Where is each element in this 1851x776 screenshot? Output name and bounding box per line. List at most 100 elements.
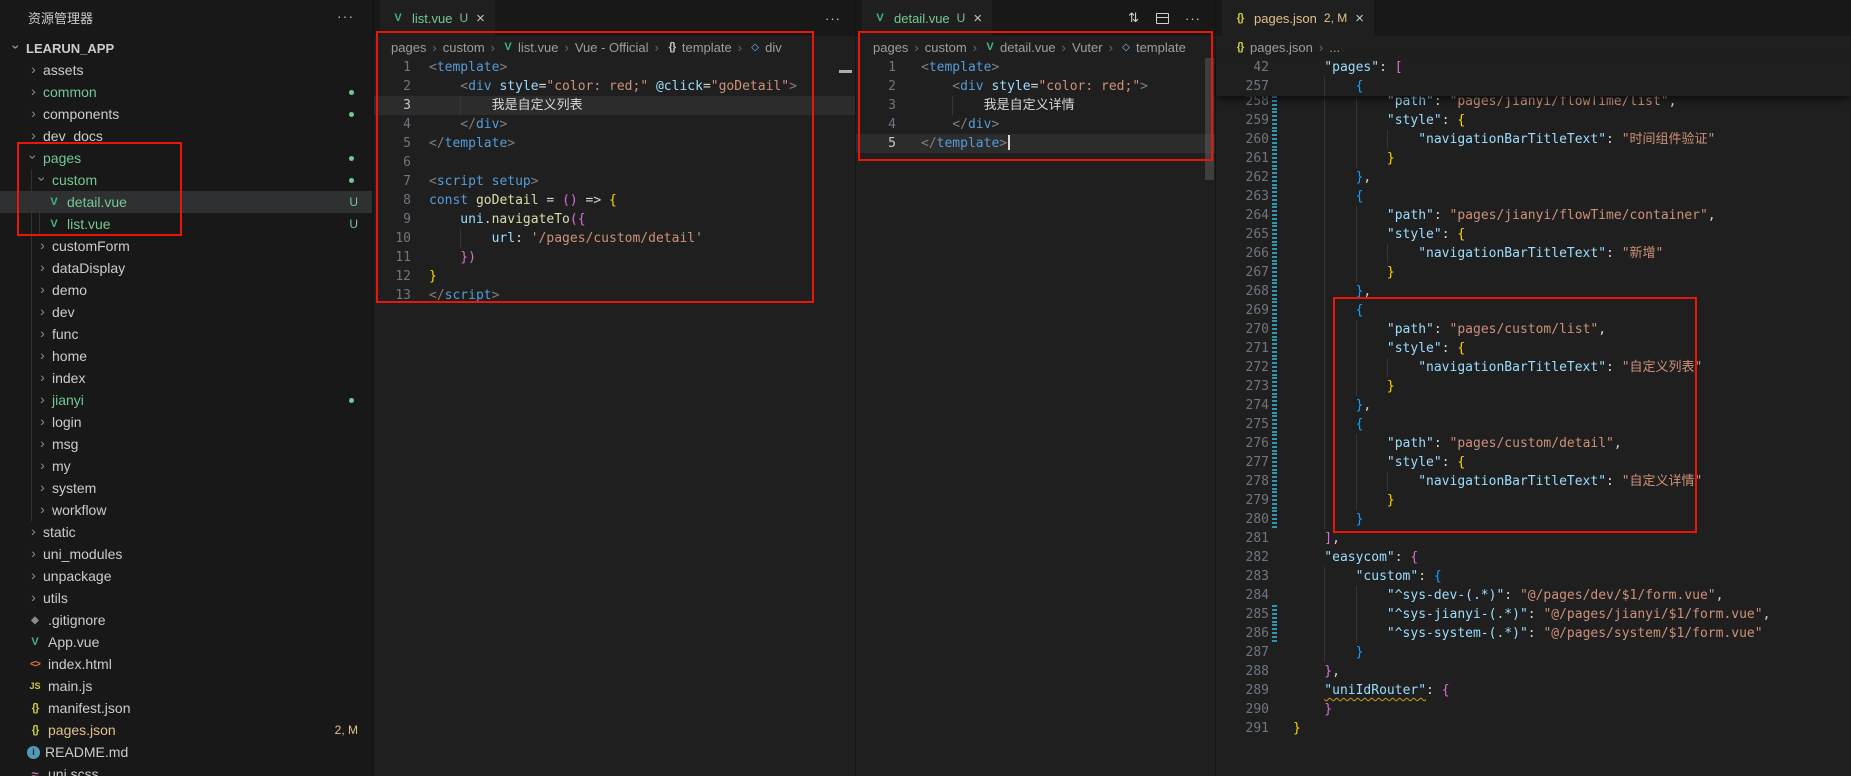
split-icon[interactable] bbox=[1156, 13, 1169, 24]
code-line-13[interactable]: 13</script> bbox=[374, 286, 855, 305]
breadcrumb-item[interactable]: Vuter bbox=[1072, 40, 1103, 55]
tab[interactable]: Vdetail.vueU× bbox=[862, 0, 992, 36]
code-line-285[interactable]: 285"^sys-jianyi-(.*)": "@/pages/jianyi/$… bbox=[1216, 605, 1851, 624]
code-line-2[interactable]: 2<div style="color: red;" @click="goDeta… bbox=[374, 77, 855, 96]
code-line-282[interactable]: 282"easycom": { bbox=[1216, 548, 1851, 567]
tree-item-assets[interactable]: ›assets bbox=[0, 59, 372, 81]
tree-item-list.vue[interactable]: Vlist.vueU bbox=[0, 213, 372, 235]
code-line-268[interactable]: 268}, bbox=[1216, 282, 1851, 301]
tree-item-login[interactable]: ›login bbox=[0, 411, 372, 433]
code-line-287[interactable]: 287} bbox=[1216, 643, 1851, 662]
breadcrumb-item[interactable]: {}template bbox=[665, 39, 732, 55]
close-icon[interactable]: × bbox=[476, 11, 485, 26]
code-line-286[interactable]: 286"^sys-system-(.*)": "@/pages/system/$… bbox=[1216, 624, 1851, 643]
tree-item-dev_docs[interactable]: ›dev_docs bbox=[0, 125, 372, 147]
code-line-267[interactable]: 267} bbox=[1216, 263, 1851, 282]
breadcrumb-item[interactable]: {}pages.json bbox=[1233, 39, 1313, 55]
code-line-11[interactable]: 11}) bbox=[374, 248, 855, 267]
more-icon[interactable]: ··· bbox=[825, 11, 841, 26]
tree-item-README.md[interactable]: iREADME.md bbox=[0, 741, 372, 763]
code-line-276[interactable]: 276"path": "pages/custom/detail", bbox=[1216, 434, 1851, 453]
code-line-262[interactable]: 262}, bbox=[1216, 168, 1851, 187]
tree-item-LEARUN_APP[interactable]: ›LEARUN_APP bbox=[0, 37, 372, 59]
code-line-264[interactable]: 264"path": "pages/jianyi/flowTime/contai… bbox=[1216, 206, 1851, 225]
tree-item-.gitignore[interactable]: ◆.gitignore bbox=[0, 609, 372, 631]
breadcrumb-item[interactable]: pages bbox=[391, 40, 426, 55]
close-icon[interactable]: × bbox=[973, 11, 982, 26]
code-line-4[interactable]: 4</div> bbox=[856, 115, 1215, 134]
tree-item-manifest.json[interactable]: {}manifest.json bbox=[0, 697, 372, 719]
tree-item-index.html[interactable]: <>index.html bbox=[0, 653, 372, 675]
code-line-274[interactable]: 274}, bbox=[1216, 396, 1851, 415]
breadcrumb-item[interactable]: ◇template bbox=[1119, 39, 1186, 55]
code-line-283[interactable]: 283"custom": { bbox=[1216, 567, 1851, 586]
more-icon[interactable]: ··· bbox=[1185, 11, 1201, 26]
code-line-275[interactable]: 275{ bbox=[1216, 415, 1851, 434]
tree-item-components[interactable]: ›components bbox=[0, 103, 372, 125]
code-line-6[interactable]: 6 bbox=[374, 153, 855, 172]
code-line-280[interactable]: 280} bbox=[1216, 510, 1851, 529]
tree-item-home[interactable]: ›home bbox=[0, 345, 372, 367]
tree-item-App.vue[interactable]: VApp.vue bbox=[0, 631, 372, 653]
tree-item-main.js[interactable]: JSmain.js bbox=[0, 675, 372, 697]
code-line-284[interactable]: 284"^sys-dev-(.*)": "@/pages/dev/$1/form… bbox=[1216, 586, 1851, 605]
tree-item-func[interactable]: ›func bbox=[0, 323, 372, 345]
breadcrumb-item[interactable]: ... bbox=[1329, 40, 1340, 55]
breadcrumb-item[interactable]: Vlist.vue bbox=[501, 39, 558, 55]
tree-item-utils[interactable]: ›utils bbox=[0, 587, 372, 609]
code-line-260[interactable]: 260"navigationBarTitleText": "时间组件验证" bbox=[1216, 130, 1851, 149]
tree-item-static[interactable]: ›static bbox=[0, 521, 372, 543]
breadcrumb-item[interactable]: Vue - Official bbox=[575, 40, 649, 55]
tree-item-unpackage[interactable]: ›unpackage bbox=[0, 565, 372, 587]
tree-item-msg[interactable]: ›msg bbox=[0, 433, 372, 455]
code-line-3[interactable]: 3我是自定义列表 bbox=[374, 96, 855, 115]
code-line-259[interactable]: 259"style": { bbox=[1216, 111, 1851, 130]
breadcrumb-item[interactable]: ◇div bbox=[748, 39, 782, 55]
code-line-1[interactable]: 1<template> bbox=[374, 58, 855, 77]
compare-icon[interactable]: ⇅ bbox=[1128, 10, 1140, 26]
explorer-more-actions-icon[interactable]: ··· bbox=[337, 8, 354, 24]
code-line-7[interactable]: 7<script setup> bbox=[374, 172, 855, 191]
tab[interactable]: Vlist.vueU× bbox=[380, 0, 495, 36]
code-line-10[interactable]: 10url: '/pages/custom/detail' bbox=[374, 229, 855, 248]
code-line-277[interactable]: 277"style": { bbox=[1216, 453, 1851, 472]
code-line-272[interactable]: 272"navigationBarTitleText": "自定义列表" bbox=[1216, 358, 1851, 377]
breadcrumb-item[interactable]: pages bbox=[873, 40, 908, 55]
code-line-270[interactable]: 270"path": "pages/custom/list", bbox=[1216, 320, 1851, 339]
tree-item-detail.vue[interactable]: Vdetail.vueU bbox=[0, 191, 372, 213]
tab[interactable]: {}pages.json2, M× bbox=[1222, 0, 1374, 36]
close-icon[interactable]: × bbox=[1355, 11, 1364, 26]
tree-item-pages.json[interactable]: {}pages.json2, M bbox=[0, 719, 372, 741]
code-line-8[interactable]: 8const goDetail = () => { bbox=[374, 191, 855, 210]
tree-item-common[interactable]: ›common bbox=[0, 81, 372, 103]
code-line-273[interactable]: 273} bbox=[1216, 377, 1851, 396]
tree-item-index[interactable]: ›index bbox=[0, 367, 372, 389]
tree-item-workflow[interactable]: ›workflow bbox=[0, 499, 372, 521]
code-line-9[interactable]: 9uni.navigateTo({ bbox=[374, 210, 855, 229]
code-line-263[interactable]: 263{ bbox=[1216, 187, 1851, 206]
code-line-271[interactable]: 271"style": { bbox=[1216, 339, 1851, 358]
code-line-5[interactable]: 5</template> bbox=[374, 134, 855, 153]
tree-item-demo[interactable]: ›demo bbox=[0, 279, 372, 301]
breadcrumb-item[interactable]: custom bbox=[925, 40, 967, 55]
code-line-42[interactable]: 42"pages": [ bbox=[1216, 58, 1851, 77]
tree-item-custom[interactable]: ›custom bbox=[0, 169, 372, 191]
code-area[interactable]: 1<template>2<div style="color: red;">3我是… bbox=[856, 58, 1215, 776]
breadcrumb-item[interactable]: Vdetail.vue bbox=[983, 39, 1056, 55]
tree-item-dev[interactable]: ›dev bbox=[0, 301, 372, 323]
code-area[interactable]: 258"path": "pages/jianyi/flowTime/list",… bbox=[1216, 92, 1851, 776]
code-line-257[interactable]: 257{ bbox=[1216, 77, 1851, 96]
code-line-291[interactable]: 291} bbox=[1216, 719, 1851, 738]
code-line-269[interactable]: 269{ bbox=[1216, 301, 1851, 320]
tree-item-jianyi[interactable]: ›jianyi bbox=[0, 389, 372, 411]
code-line-3[interactable]: 3我是自定义详情 bbox=[856, 96, 1215, 115]
code-line-2[interactable]: 2<div style="color: red;"> bbox=[856, 77, 1215, 96]
code-line-279[interactable]: 279} bbox=[1216, 491, 1851, 510]
code-line-278[interactable]: 278"navigationBarTitleText": "自定义详情" bbox=[1216, 472, 1851, 491]
code-line-288[interactable]: 288}, bbox=[1216, 662, 1851, 681]
tree-item-uni.scss[interactable]: ≈uni.scss bbox=[0, 763, 372, 776]
code-line-290[interactable]: 290} bbox=[1216, 700, 1851, 719]
code-line-5[interactable]: 5</template> bbox=[856, 134, 1215, 153]
code-line-265[interactable]: 265"style": { bbox=[1216, 225, 1851, 244]
code-line-1[interactable]: 1<template> bbox=[856, 58, 1215, 77]
